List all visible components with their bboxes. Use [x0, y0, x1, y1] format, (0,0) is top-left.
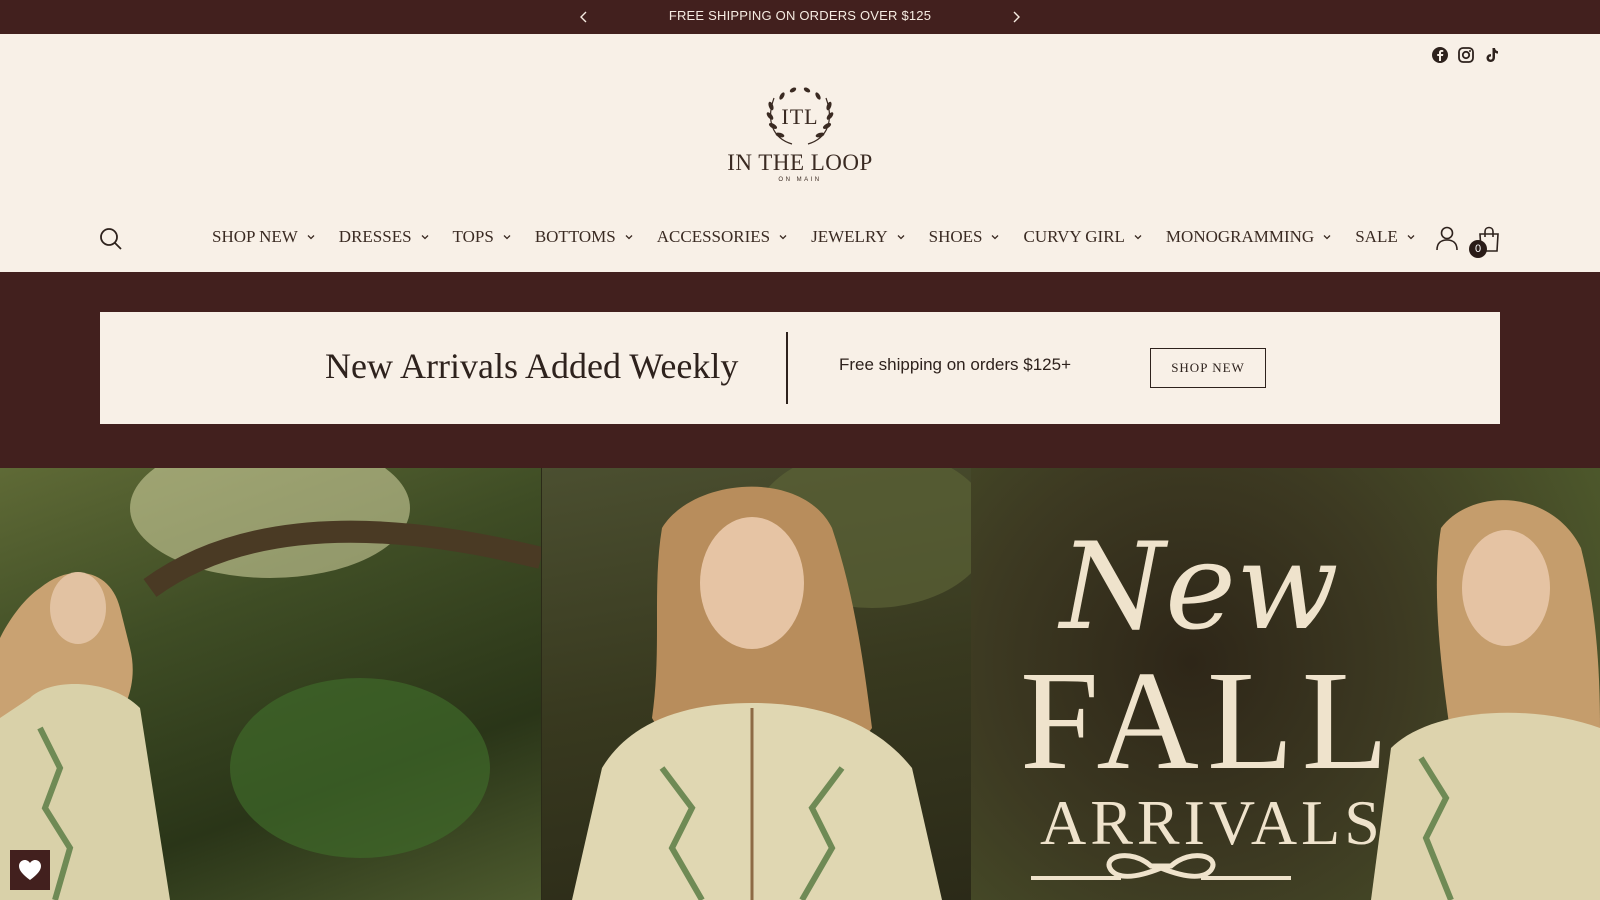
- hero-headline-new: New: [1060, 518, 1339, 657]
- nav-item-label: ACCESSORIES: [656, 227, 771, 246]
- nav-item-shop-new[interactable]: SHOP NEW: [212, 227, 316, 247]
- chevron-down-icon: [1134, 235, 1142, 240]
- social-links: [1431, 46, 1501, 64]
- chevron-down-icon: [421, 235, 429, 240]
- store-logo[interactable]: ITL IN THE LOOP ON MAIN: [720, 84, 880, 188]
- chevron-down-icon: [992, 235, 999, 240]
- promo-divider: [786, 332, 788, 404]
- nav-item-jewelry[interactable]: JEWELRY: [811, 227, 906, 247]
- hero-headline-arrivals: ARRIVALS: [1040, 787, 1384, 858]
- announcement-text: FREE SHIPPING ON ORDERS OVER $125: [668, 8, 932, 23]
- chevron-down-icon: [625, 235, 633, 240]
- announcement-bar: FREE SHIPPING ON ORDERS OVER $125: [0, 0, 1600, 34]
- chevron-down-icon: [897, 235, 905, 240]
- nav-item-label: SHOP NEW: [212, 227, 298, 246]
- chevron-down-icon: [1323, 235, 1331, 240]
- chevron-down-icon: [779, 235, 787, 240]
- main-navigation: SHOP NEW DRESSES TOPS BOTTOMS ACCESSORIE…: [212, 226, 1416, 248]
- nav-item-label: SHOES: [928, 227, 983, 246]
- promo-title: New Arrivals Added Weekly: [325, 346, 739, 386]
- nav-item-label: TOPS: [452, 227, 494, 246]
- nav-item-label: JEWELRY: [811, 227, 888, 246]
- nav-item-shoes[interactable]: SHOES: [929, 227, 1001, 247]
- nav-item-tops[interactable]: TOPS: [453, 227, 512, 247]
- nav-item-dresses[interactable]: DRESSES: [339, 227, 430, 247]
- search-icon[interactable]: [98, 226, 124, 252]
- promo-box: New Arrivals Added Weekly Free shipping …: [100, 312, 1500, 424]
- nav-item-curvy-girl[interactable]: CURVY GIRL: [1023, 227, 1142, 247]
- chevron-down-icon: [503, 235, 511, 240]
- chevron-down-icon: [1407, 235, 1415, 240]
- nav-item-sale[interactable]: SALE: [1355, 227, 1416, 247]
- promo-band: New Arrivals Added Weekly Free shipping …: [0, 272, 1600, 468]
- facebook-icon[interactable]: [1431, 46, 1449, 64]
- hero-photo-center: [541, 468, 971, 900]
- promo-shipping-text: Free shipping on orders $125+: [839, 355, 1072, 374]
- shop-new-button[interactable]: SHOP NEW: [1150, 348, 1266, 388]
- hero-headline-fall: FALL: [1020, 641, 1397, 799]
- instagram-icon[interactable]: [1457, 46, 1475, 64]
- cart-count-badge: 0: [1469, 240, 1487, 258]
- hero-banner[interactable]: New FALL ARRIVALS: [0, 468, 1600, 900]
- logo-tagline: ON MAIN: [778, 177, 822, 183]
- nav-item-label: DRESSES: [338, 227, 412, 246]
- hero-photo-left: [0, 468, 541, 900]
- nav-item-label: BOTTOMS: [534, 227, 616, 246]
- announcement-next-icon[interactable]: [1008, 9, 1024, 25]
- chevron-down-icon: [307, 235, 315, 240]
- account-icon[interactable]: [1435, 225, 1459, 251]
- nav-item-label: CURVY GIRL: [1023, 227, 1125, 246]
- nav-item-accessories[interactable]: ACCESSORIES: [657, 227, 788, 247]
- logo-monogram: ITL: [781, 104, 819, 129]
- nav-item-bottoms[interactable]: BOTTOMS: [535, 227, 634, 247]
- wishlist-heart-icon[interactable]: [10, 850, 50, 890]
- nav-item-monogramming[interactable]: MONOGRAMMING: [1166, 227, 1332, 247]
- nav-item-label: MONOGRAMMING: [1165, 227, 1315, 246]
- tiktok-icon[interactable]: [1483, 46, 1501, 64]
- nav-item-label: SALE: [1355, 227, 1398, 246]
- logo-name: IN THE LOOP: [727, 150, 873, 175]
